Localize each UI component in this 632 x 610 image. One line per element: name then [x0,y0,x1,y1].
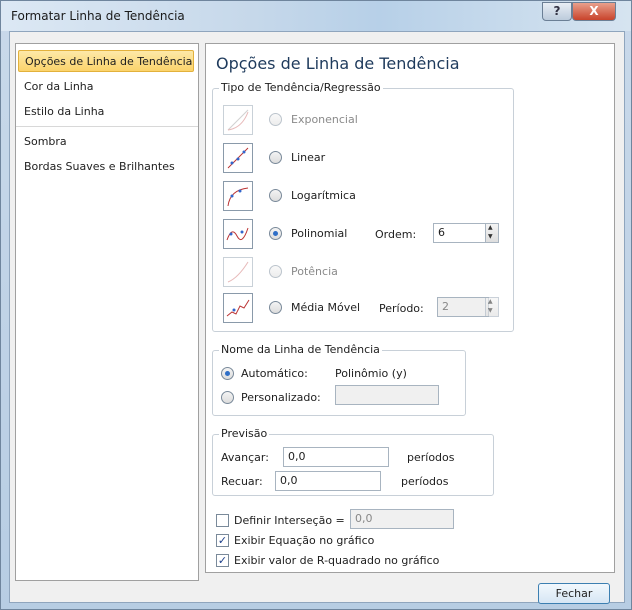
interseccao-checkbox[interactable] [216,514,229,527]
personalizado-radio[interactable] [221,391,234,404]
linear-label: Linear [291,151,326,164]
options-panel: Opções de Linha de Tendência Tipo de Ten… [205,43,615,573]
avancar-input[interactable]: 0,0 [283,447,389,467]
recuar-label: Recuar: [221,475,263,488]
interseccao-input[interactable]: 0,0 [350,509,454,529]
ordem-spinner[interactable] [485,223,499,243]
trendline-name-group-label: Nome da Linha de Tendência [219,343,382,356]
r-quadrado-label: Exibir valor de R-quadrado no gráfico [234,554,440,567]
dialog-window: Formatar Linha de Tendência ? X Opções d… [0,0,632,610]
power-thumbnail-icon [223,257,253,287]
automatico-value: Polinômio (y) [335,367,407,380]
periodo-label: Período: [379,302,424,315]
polinomial-label: Polinomial [291,227,348,240]
close-window-button[interactable]: X [572,2,616,21]
periodo-input[interactable]: 2 [437,297,489,317]
fechar-button[interactable]: Fechar [538,583,610,604]
equacao-checkbox[interactable]: ✓ [216,534,229,547]
nav-item-opcoes[interactable]: Opções de Linha de Tendência [18,50,194,72]
polynomial-thumbnail-icon [223,219,253,249]
window-title: Formatar Linha de Tendência [11,9,185,23]
trend-type-group: Tipo de Tendência/Regressão Exponencial … [212,81,514,332]
panel-title: Opções de Linha de Tendência [216,54,460,73]
exponential-thumbnail-icon [223,105,253,135]
logarithmic-thumbnail-icon [223,181,253,211]
polinomial-radio[interactable] [269,227,282,240]
r-quadrado-checkbox[interactable]: ✓ [216,554,229,567]
personalizado-label: Personalizado: [241,391,321,404]
avancar-periodos-label: períodos [407,451,455,464]
potencia-radio[interactable] [269,265,282,278]
automatico-label: Automático: [241,367,308,380]
recuar-periodos-label: períodos [401,475,449,488]
linear-thumbnail-icon [223,143,253,173]
media-movel-radio[interactable] [269,301,282,314]
ordem-input[interactable]: 6 [433,223,489,243]
linear-radio[interactable] [269,151,282,164]
exponencial-label: Exponencial [291,113,358,126]
recuar-input[interactable]: 0,0 [275,471,381,491]
logaritmica-label: Logarítmica [291,189,356,202]
forecast-group: Previsão Avançar: 0,0 períodos Recuar: 0… [212,427,494,496]
personalizado-input[interactable] [335,385,439,405]
nav-item-sombra[interactable]: Sombra [18,131,194,153]
equacao-label: Exibir Equação no gráfico [234,534,375,547]
nav-divider [16,126,198,127]
forecast-group-label: Previsão [219,427,270,440]
periodo-spinner[interactable] [485,297,499,317]
category-list: Opções de Linha de Tendência Cor da Linh… [15,43,199,581]
potencia-label: Potência [291,265,338,278]
nav-item-bordas[interactable]: Bordas Suaves e Brilhantes [18,156,194,178]
trendline-name-group: Nome da Linha de Tendência Automático: P… [212,343,466,416]
avancar-label: Avançar: [221,451,269,464]
title-bar[interactable]: Formatar Linha de Tendência ? X [1,1,631,31]
logaritmica-radio[interactable] [269,189,282,202]
nav-item-cor-linha[interactable]: Cor da Linha [18,76,194,98]
exponencial-radio[interactable] [269,113,282,126]
automatico-radio[interactable] [221,367,234,380]
trend-type-group-label: Tipo de Tendência/Regressão [219,81,383,94]
interseccao-label: Definir Interseção = [234,514,345,527]
moving-average-thumbnail-icon [223,293,253,323]
nav-item-estilo-linha[interactable]: Estilo da Linha [18,101,194,123]
help-button[interactable]: ? [542,2,572,21]
ordem-label: Ordem: [375,228,417,241]
media-movel-label: Média Móvel [291,301,361,314]
